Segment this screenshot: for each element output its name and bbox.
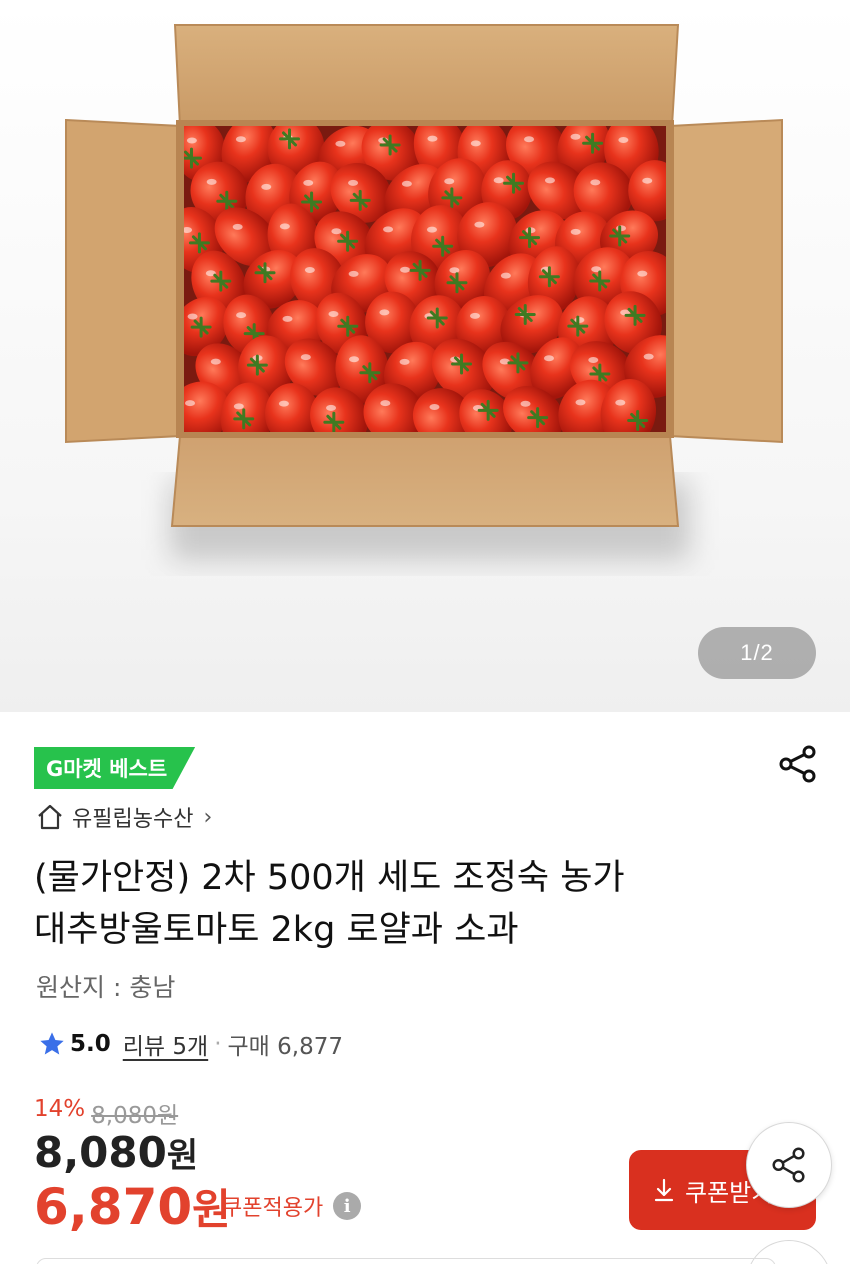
tomato-highlight	[379, 309, 390, 316]
tomato-highlight	[470, 140, 481, 147]
tomato-highlight	[543, 355, 554, 362]
tomato-highlight	[278, 400, 289, 407]
home-icon	[38, 804, 62, 830]
tomato-highlight	[590, 179, 601, 186]
tomato-highlight	[206, 178, 217, 185]
share-button[interactable]	[776, 742, 820, 786]
download-icon	[654, 1178, 674, 1202]
tomato-highlight	[348, 270, 359, 277]
tomato-highlight	[493, 177, 504, 184]
tomato-highlight	[261, 183, 272, 190]
tomato-highlight	[235, 136, 246, 143]
tomato-highlight	[449, 267, 460, 274]
floating-share-button[interactable]	[746, 1122, 832, 1208]
tomato-highlight	[642, 177, 653, 184]
discount-row: 14% 8,080원	[34, 1096, 178, 1130]
tomato-highlight	[233, 403, 244, 410]
coupon-price: 6,870원	[34, 1176, 231, 1241]
tomato-highlight	[524, 136, 535, 143]
original-price: 8,080원	[91, 1103, 179, 1129]
tomato-highlight	[232, 223, 243, 230]
tomato-highlight	[618, 136, 629, 143]
tomato-highlight	[300, 354, 311, 361]
tomato-highlight	[474, 221, 485, 228]
coupon-price-number: 6,870	[34, 1178, 193, 1236]
tomato-highlight	[588, 356, 599, 363]
tomato-box-illustration	[65, 24, 783, 560]
tomato-highlight	[348, 179, 359, 186]
product-title-line1: (물가안정) 2차 500개 세도 조정숙 농가	[34, 858, 625, 898]
tomato-highlight	[570, 228, 581, 235]
tomato-highlight	[328, 310, 339, 317]
tomato-highlight	[383, 226, 394, 233]
tomato-highlight	[427, 135, 438, 142]
sale-price-number: 8,080	[34, 1128, 167, 1177]
tomato-highlight	[426, 226, 437, 233]
tomato-highlight	[331, 228, 342, 235]
tomato-highlight	[185, 400, 196, 407]
sale-price: 8,080원	[34, 1128, 198, 1177]
tomato-highlight	[236, 312, 247, 319]
tomato-highlight	[401, 180, 412, 187]
tomato-highlight	[444, 178, 455, 185]
tomato-highlight	[637, 270, 648, 277]
tomato-highlight	[520, 400, 531, 407]
tomato-highlight	[186, 137, 197, 144]
tomato-highlight	[470, 312, 481, 319]
product-title-line2: 대추방울토마토 2kg 로얄과 소과	[34, 910, 519, 950]
info-icon[interactable]: i	[333, 1192, 362, 1220]
tomato-highlight	[380, 400, 391, 407]
option-select[interactable]	[36, 1258, 776, 1264]
origin-text: 원산지 : 충남	[36, 973, 176, 1002]
tomato-highlight	[187, 313, 198, 320]
tomato-highlight	[574, 316, 585, 323]
coupon-label-text: 쿠폰적용가	[222, 1196, 324, 1221]
image-pager: 1/2	[698, 627, 816, 679]
star-icon	[40, 1032, 64, 1055]
tomato-highlight	[400, 266, 411, 273]
chevron-right-icon: ›	[203, 804, 213, 830]
tomato-highlight	[303, 179, 314, 186]
tomato-highlight	[304, 267, 315, 274]
discount-percent: 14%	[34, 1096, 86, 1122]
purchase-count: 구매 6,877	[227, 1034, 343, 1060]
separator-dot: ·	[214, 1031, 222, 1057]
review-link[interactable]: 리뷰 5개	[123, 1027, 208, 1061]
tomato-highlight	[210, 358, 221, 365]
share-icon	[779, 745, 816, 783]
tomato-highlight	[279, 223, 290, 230]
coupon-price-label: 쿠폰적용가 i	[222, 1190, 362, 1222]
tomato-highlight	[643, 353, 654, 360]
tomato-highlight	[399, 358, 410, 365]
tomato-highlight	[349, 356, 360, 363]
rating-score: 5.0	[70, 1031, 111, 1057]
tomato-highlight	[500, 272, 511, 279]
product-image[interactable]: 1/2	[0, 0, 850, 712]
tomato-highlight	[429, 403, 440, 410]
rating-row: 5.0 리뷰 5개 · 구매 6,877	[38, 1026, 343, 1062]
tomato-highlight	[570, 133, 581, 140]
tomato-highlight	[575, 399, 586, 406]
tomato-highlight	[335, 140, 346, 147]
sale-price-unit: 원	[166, 1136, 199, 1176]
tomato-highlight	[615, 399, 626, 406]
tomato-highlight	[544, 177, 555, 184]
tomato-highlight	[326, 404, 337, 411]
store-link[interactable]: 유필립농수산 ›	[36, 800, 212, 834]
share-icon	[772, 1147, 805, 1183]
store-name: 유필립농수산	[72, 807, 194, 832]
product-title: (물가안정) 2차 500개 세도 조정숙 농가 대추방울토마토 2kg 로얄과…	[34, 852, 774, 956]
tomato-highlight	[282, 315, 293, 322]
best-badge: G마켓 베스트	[34, 747, 196, 789]
